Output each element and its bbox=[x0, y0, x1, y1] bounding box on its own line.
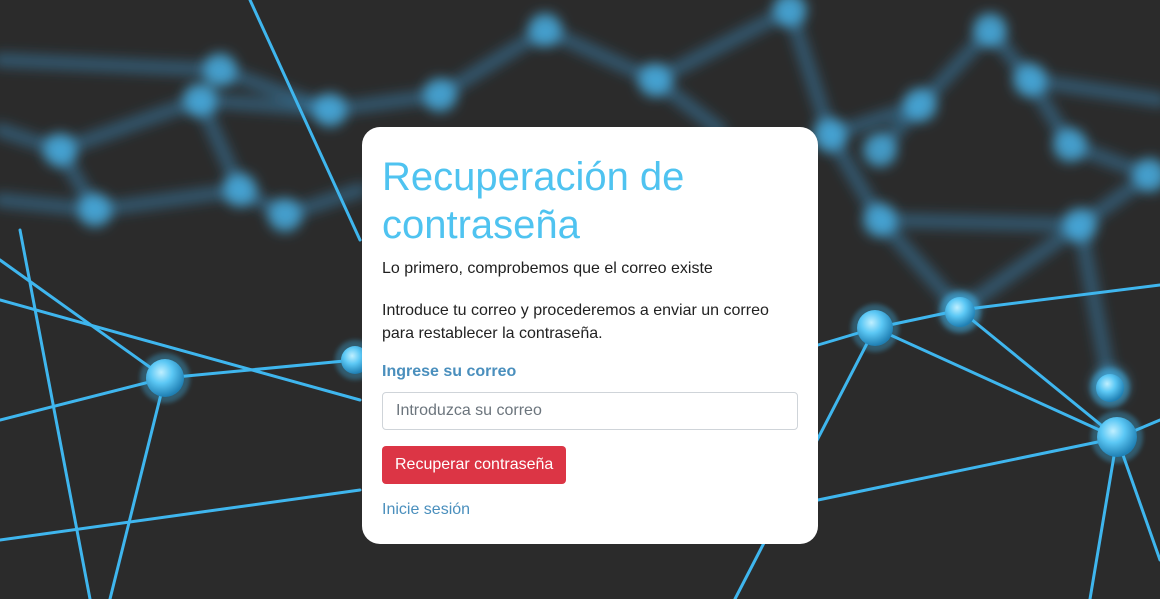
page-title: Recuperación de contraseña bbox=[382, 155, 685, 247]
email-input[interactable] bbox=[382, 392, 798, 430]
instructions-text: Introduce tu correo y procederemos a env… bbox=[382, 302, 769, 342]
recover-password-button[interactable]: Recuperar contraseña bbox=[382, 446, 567, 484]
email-label: Ingrese su correo bbox=[382, 363, 517, 380]
login-link[interactable]: Inicie sesión bbox=[382, 501, 798, 519]
subtitle: Lo primero, comprobemos que el correo ex… bbox=[382, 260, 713, 277]
recovery-card: Recuperación de contraseña Lo primero, c… bbox=[362, 127, 818, 544]
